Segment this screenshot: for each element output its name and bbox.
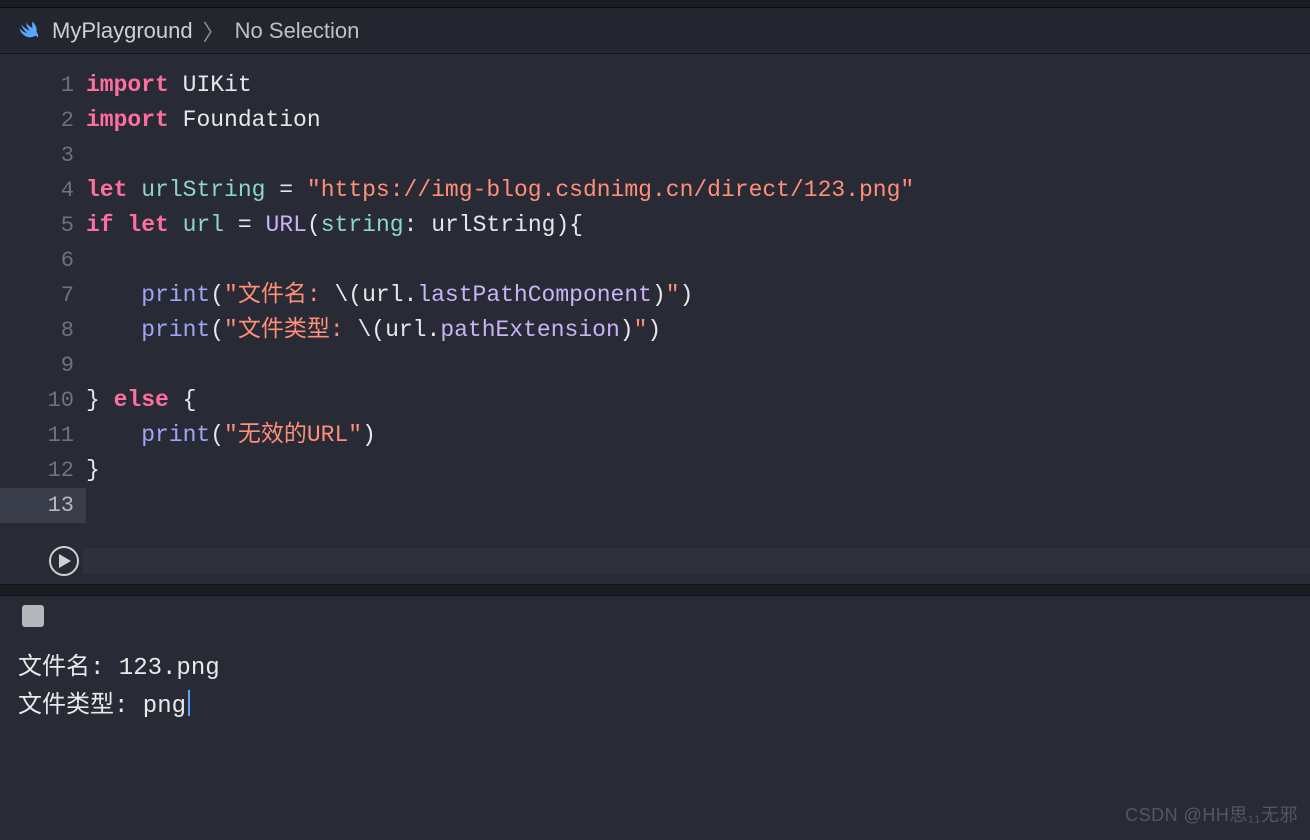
code-line[interactable] <box>86 488 1310 523</box>
line-number: 8 <box>0 313 86 348</box>
breadcrumb-file[interactable]: MyPlayground <box>52 18 193 44</box>
text-cursor <box>188 690 190 716</box>
line-number: 2 <box>0 103 86 138</box>
stop-button[interactable] <box>22 605 44 627</box>
code-line[interactable]: } <box>86 453 1310 488</box>
breadcrumb-selection: No Selection <box>235 18 360 44</box>
code-line[interactable]: let urlString = "https://img-blog.csdnim… <box>86 173 1310 208</box>
play-icon <box>59 554 71 568</box>
line-number: 3 <box>0 138 86 173</box>
line-number: 12 <box>0 453 86 488</box>
code-line[interactable]: import Foundation <box>86 103 1310 138</box>
line-gutter: 12345678910111213 <box>0 54 86 584</box>
console-line: 文件类型: png <box>18 688 1292 726</box>
execute-row <box>49 544 1310 578</box>
console-line: 文件名: 123.png <box>18 650 1292 688</box>
code-line[interactable] <box>86 243 1310 278</box>
code-line[interactable]: print("文件名: \(url.lastPathComponent)") <box>86 278 1310 313</box>
code-editor[interactable]: 12345678910111213 import UIKitimport Fou… <box>0 54 1310 584</box>
code-area[interactable]: import UIKitimport Foundation let urlStr… <box>86 54 1310 584</box>
watermark: CSDN @HH思₁₁无邪 <box>1125 796 1298 834</box>
line-number: 13 <box>0 488 86 523</box>
line-number: 1 <box>0 68 86 103</box>
line-number: 7 <box>0 278 86 313</box>
code-line[interactable]: print("无效的URL") <box>86 418 1310 453</box>
line-number: 11 <box>0 418 86 453</box>
code-line[interactable]: import UIKit <box>86 68 1310 103</box>
code-line[interactable]: print("文件类型: \(url.pathExtension)") <box>86 313 1310 348</box>
line-number: 6 <box>0 243 86 278</box>
swift-icon <box>18 19 42 43</box>
code-line[interactable]: } else { <box>86 383 1310 418</box>
line-number: 9 <box>0 348 86 383</box>
line-number: 10 <box>0 383 86 418</box>
console-toolbar <box>0 596 1310 636</box>
window-top-strip <box>0 0 1310 8</box>
line-number: 4 <box>0 173 86 208</box>
run-button[interactable] <box>49 546 79 576</box>
pane-divider[interactable] <box>0 584 1310 596</box>
console-output[interactable]: 文件名: 123.png文件类型: png CSDN @HH思₁₁无邪 <box>0 636 1310 840</box>
line-number: 5 <box>0 208 86 243</box>
code-line[interactable]: if let url = URL(string: urlString){ <box>86 208 1310 243</box>
breadcrumb[interactable]: MyPlayground 〉 No Selection <box>0 8 1310 54</box>
chevron-right-icon: 〉 <box>203 15 225 47</box>
code-line[interactable] <box>86 138 1310 173</box>
code-line[interactable] <box>86 348 1310 383</box>
